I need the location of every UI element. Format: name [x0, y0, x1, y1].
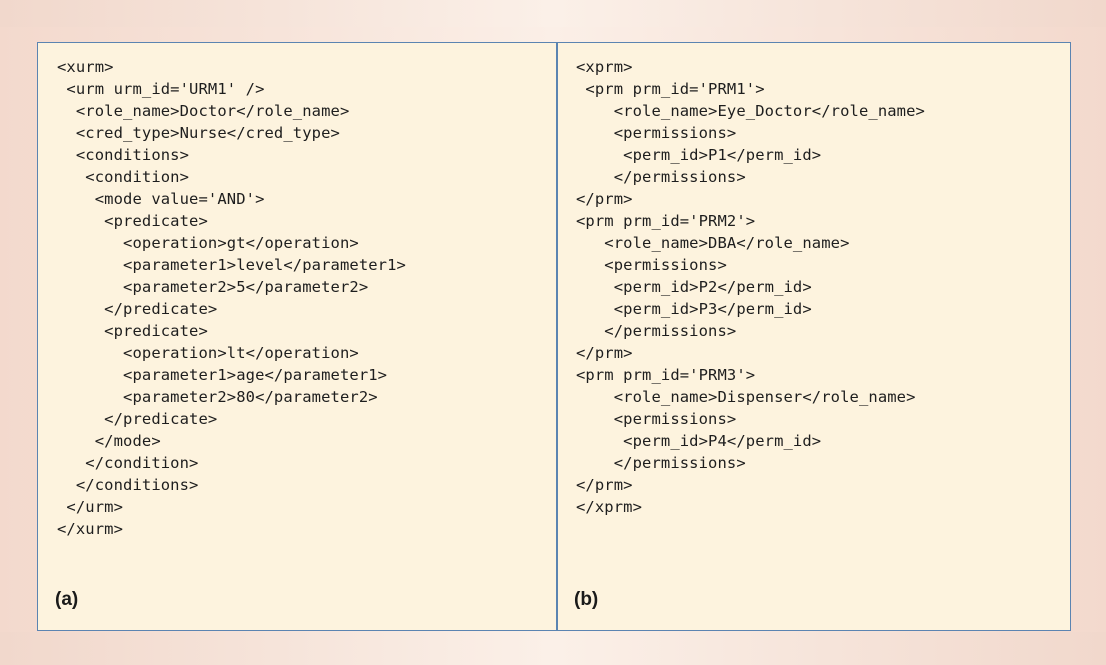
panel-a-label: (a) — [55, 589, 79, 610]
figure-box: <xurm> <urm urm_id='URM1' /> <role_name>… — [37, 42, 1071, 631]
panel-a: <xurm> <urm urm_id='URM1' /> <role_name>… — [38, 43, 556, 630]
panel-b-label: (b) — [574, 589, 599, 610]
bottom-band — [0, 632, 1106, 665]
panel-b: <xprm> <prm prm_id='PRM1'> <role_name>Ey… — [557, 43, 1070, 630]
top-band — [0, 0, 1106, 27]
page: <xurm> <urm urm_id='URM1' /> <role_name>… — [0, 0, 1106, 665]
xprm-code-listing: <xprm> <prm prm_id='PRM1'> <role_name>Ey… — [576, 58, 925, 516]
xurm-code-listing: <xurm> <urm urm_id='URM1' /> <role_name>… — [57, 58, 406, 538]
